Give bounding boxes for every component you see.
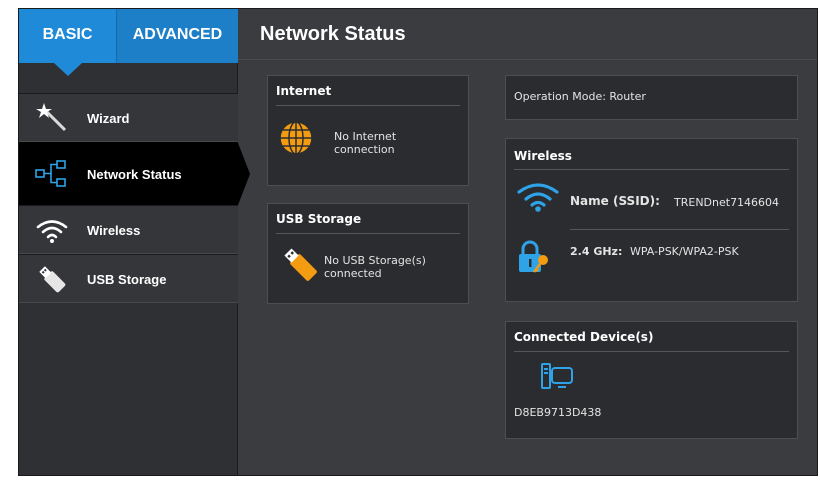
internet-status-line1: No Internet bbox=[334, 130, 397, 143]
sidebar-item-label: Wizard bbox=[87, 111, 130, 126]
sidebar-item-label: USB Storage bbox=[87, 272, 167, 287]
sidebar: BASIC ADVANCED Wizard Network Status Wir… bbox=[19, 9, 250, 475]
band-security: WPA-PSK/WPA2-PSK bbox=[630, 245, 739, 258]
active-indicator bbox=[238, 143, 250, 205]
internet-status-line2: connection bbox=[334, 143, 395, 156]
usb-storage-panel: USB Storage No USB Storage(s) connected bbox=[267, 203, 469, 304]
lock-key-icon bbox=[516, 240, 556, 278]
connected-devices-panel: Connected Device(s) D8EB9713D438 bbox=[505, 321, 798, 439]
usb-icon bbox=[35, 263, 69, 295]
usb-status-line1: No USB Storage(s) bbox=[324, 254, 426, 267]
divider bbox=[570, 229, 789, 230]
title-divider bbox=[238, 59, 817, 60]
panel-title: Internet bbox=[276, 84, 332, 98]
sidebar-item-network-status[interactable]: Network Status bbox=[19, 142, 250, 205]
wifi-icon bbox=[35, 214, 69, 246]
sidebar-item-label: Network Status bbox=[87, 167, 182, 182]
tab-basic[interactable]: BASIC bbox=[19, 9, 116, 76]
divider bbox=[276, 105, 460, 106]
sidebar-item-wireless[interactable]: Wireless bbox=[19, 205, 238, 254]
operation-mode-panel: Operation Mode: Router bbox=[505, 75, 798, 120]
divider bbox=[514, 169, 789, 170]
computer-icon[interactable] bbox=[540, 362, 574, 396]
globe-icon bbox=[278, 120, 314, 160]
wireless-panel: Wireless Name (SSID): TRENDnet7146604 2.… bbox=[505, 138, 798, 302]
wifi-icon bbox=[516, 179, 560, 217]
page-title: Network Status bbox=[260, 23, 406, 45]
sidebar-item-wizard[interactable]: Wizard bbox=[19, 93, 238, 142]
divider bbox=[276, 233, 460, 234]
tab-advanced[interactable]: ADVANCED bbox=[116, 9, 238, 63]
internet-panel: Internet No Internet connection bbox=[267, 75, 469, 186]
panel-title: USB Storage bbox=[276, 212, 362, 226]
sidebar-nav: Wizard Network Status Wireless USB Stora… bbox=[19, 93, 250, 303]
router-frame: BASIC ADVANCED Wizard Network Status Wir… bbox=[18, 8, 818, 476]
band-label: 2.4 GHz: bbox=[570, 245, 623, 258]
operation-mode: Operation Mode: Router bbox=[514, 90, 646, 103]
network-tree-icon bbox=[35, 158, 69, 190]
sidebar-item-label: Wireless bbox=[87, 223, 141, 238]
usb-status-line2: connected bbox=[324, 267, 382, 280]
divider bbox=[514, 351, 789, 352]
panel-title: Wireless bbox=[514, 149, 572, 163]
ssid-value: TRENDnet7146604 bbox=[674, 196, 780, 209]
magic-wand-icon bbox=[35, 102, 69, 134]
usb-icon bbox=[278, 244, 322, 288]
panel-title: Connected Device(s) bbox=[514, 330, 654, 344]
tab-bar: BASIC ADVANCED bbox=[19, 9, 238, 76]
sidebar-item-usb-storage[interactable]: USB Storage bbox=[19, 254, 238, 303]
device-name[interactable]: D8EB9713D438 bbox=[514, 406, 601, 419]
ssid-label: Name (SSID): bbox=[570, 194, 660, 208]
